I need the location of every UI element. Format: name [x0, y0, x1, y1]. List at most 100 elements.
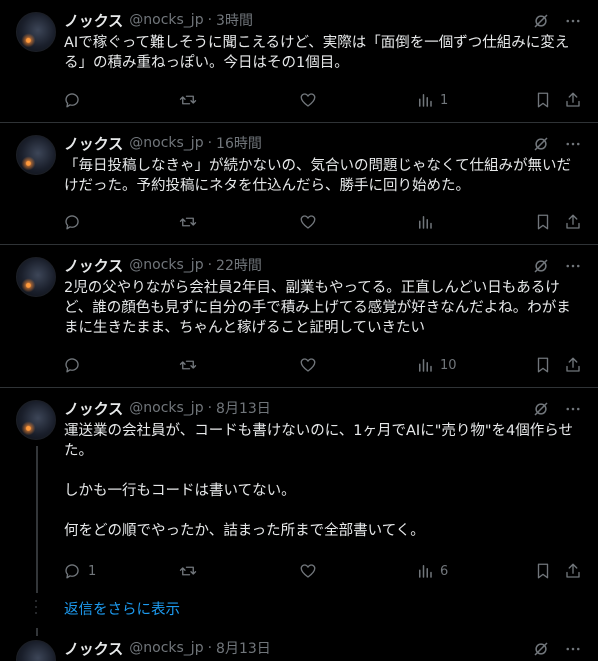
separator: · [207, 640, 213, 656]
post[interactable]: ノックス @nocks_jp · 22時間 2児の父やりながら会社員2年目、副業… [0, 245, 598, 387]
share-button[interactable] [564, 354, 582, 376]
views-button[interactable]: 10 [416, 354, 457, 376]
user-handle[interactable]: @nocks_jp [129, 640, 203, 656]
share-button[interactable] [564, 211, 582, 233]
reply-count: 1 [88, 563, 97, 579]
display-name[interactable]: ノックス [64, 638, 123, 659]
reply-icon [64, 356, 82, 374]
retweet-button[interactable] [179, 211, 197, 233]
timestamp[interactable]: 3時間 [216, 10, 253, 30]
post-top-icons [532, 257, 582, 275]
bookmark-button[interactable] [534, 354, 552, 376]
post-header: ノックス @nocks_jp · 22時間 [64, 255, 262, 275]
more-icon[interactable] [564, 640, 582, 658]
separator: · [207, 257, 213, 273]
more-icon[interactable] [564, 135, 582, 153]
post-header: ノックス @nocks_jp · 8月13日 [64, 398, 271, 418]
user-handle[interactable]: @nocks_jp [129, 135, 203, 151]
retweet-icon [179, 562, 197, 580]
retweet-button[interactable] [179, 354, 197, 376]
post[interactable]: ノックス @nocks_jp · 8月13日 運送業の会社員が、コードも書けない… [0, 388, 598, 593]
avatar[interactable] [16, 257, 56, 297]
post-top-icons [532, 400, 582, 418]
post-top-icons [532, 135, 582, 153]
thread-dot [35, 600, 37, 602]
views-count: 10 [440, 357, 457, 373]
display-name[interactable]: ノックス [64, 255, 123, 276]
grok-icon[interactable] [532, 135, 550, 153]
post-top-icons [532, 12, 582, 30]
reply-button[interactable] [64, 354, 82, 376]
reply-button[interactable] [64, 89, 82, 111]
views-icon [416, 356, 434, 374]
post[interactable]: ノックス @nocks_jp · 16時間 「毎日投稿しなきゃ」が続かないの、気… [0, 123, 598, 244]
user-handle[interactable]: @nocks_jp [129, 12, 203, 28]
like-button[interactable] [299, 354, 317, 376]
show-more-replies-link[interactable]: 返信をさらに表示 [64, 598, 180, 619]
share-button[interactable] [564, 89, 582, 111]
thread-dot [35, 606, 37, 608]
grok-icon[interactable] [532, 12, 550, 30]
thread-line [36, 446, 38, 593]
timestamp[interactable]: 22時間 [216, 255, 262, 275]
post-text: 「毎日投稿しなきゃ」が続かないの、気合いの問題じゃなくて仕組みが無いだけだった。… [64, 158, 572, 194]
timeline: ノックス @nocks_jp · 3時間 AIで稼ぐって難しそうに聞こえるけど、… [0, 0, 598, 661]
bookmark-button[interactable] [534, 560, 552, 582]
share-icon [564, 91, 582, 109]
views-icon [416, 213, 434, 231]
avatar[interactable] [16, 400, 56, 440]
timestamp[interactable]: 16時間 [216, 133, 262, 153]
post[interactable]: ノックス @nocks_jp · 3時間 AIで稼ぐって難しそうに聞こえるけど、… [0, 0, 598, 122]
bookmark-button[interactable] [534, 89, 552, 111]
like-button[interactable] [299, 89, 317, 111]
post-text: AIで稼ぐって難しそうに聞こえるけど、実際は「面倒を一個ずつ仕組みに変える」の積… [64, 35, 570, 71]
views-button[interactable]: 1 [416, 89, 448, 111]
timestamp[interactable]: 8月13日 [216, 638, 271, 658]
share-button[interactable] [564, 560, 582, 582]
retweet-icon [179, 91, 197, 109]
views-count: 6 [440, 563, 449, 579]
user-handle[interactable]: @nocks_jp [129, 257, 203, 273]
grok-icon[interactable] [532, 257, 550, 275]
retweet-icon [179, 356, 197, 374]
retweet-button[interactable] [179, 89, 197, 111]
share-icon [564, 356, 582, 374]
action-bar [64, 211, 586, 233]
post-header: ノックス @nocks_jp · 8月13日 [64, 638, 271, 658]
views-icon [416, 562, 434, 580]
views-button[interactable]: 6 [416, 560, 448, 582]
views-button[interactable] [416, 211, 440, 233]
like-icon [299, 91, 317, 109]
action-bar: 1 6 [64, 560, 586, 582]
timestamp[interactable]: 8月13日 [216, 398, 271, 418]
avatar[interactable] [16, 135, 56, 175]
reply-button[interactable]: 1 [64, 560, 96, 582]
action-bar: 1 [64, 89, 586, 111]
action-bar: 10 [64, 354, 586, 376]
grok-icon[interactable] [532, 400, 550, 418]
like-icon [299, 213, 317, 231]
post-text: 2児の父やりながら会社員2年目、副業もやってる。正直しんどい日もあるけど、誰の顔… [64, 280, 571, 336]
display-name[interactable]: ノックス [64, 133, 123, 154]
like-button[interactable] [299, 211, 317, 233]
retweet-button[interactable] [179, 560, 197, 582]
grok-icon[interactable] [532, 640, 550, 658]
avatar[interactable] [16, 12, 56, 52]
more-icon[interactable] [564, 257, 582, 275]
avatar[interactable] [16, 640, 56, 661]
share-icon [564, 213, 582, 231]
reply-icon [64, 91, 82, 109]
user-handle[interactable]: @nocks_jp [129, 400, 203, 416]
post-text: 運送業の会社員が、コードも書けないのに、1ヶ月でAIに"売り物"を4個作らせた。… [64, 423, 573, 539]
more-icon[interactable] [564, 400, 582, 418]
views-icon [416, 91, 434, 109]
post[interactable]: ノックス @nocks_jp · 8月13日 [0, 628, 598, 661]
display-name[interactable]: ノックス [64, 10, 123, 31]
display-name[interactable]: ノックス [64, 398, 123, 419]
more-icon[interactable] [564, 12, 582, 30]
separator: · [207, 12, 213, 28]
like-button[interactable] [299, 560, 317, 582]
reply-button[interactable] [64, 211, 82, 233]
bookmark-button[interactable] [534, 211, 552, 233]
bookmark-icon [534, 356, 552, 374]
